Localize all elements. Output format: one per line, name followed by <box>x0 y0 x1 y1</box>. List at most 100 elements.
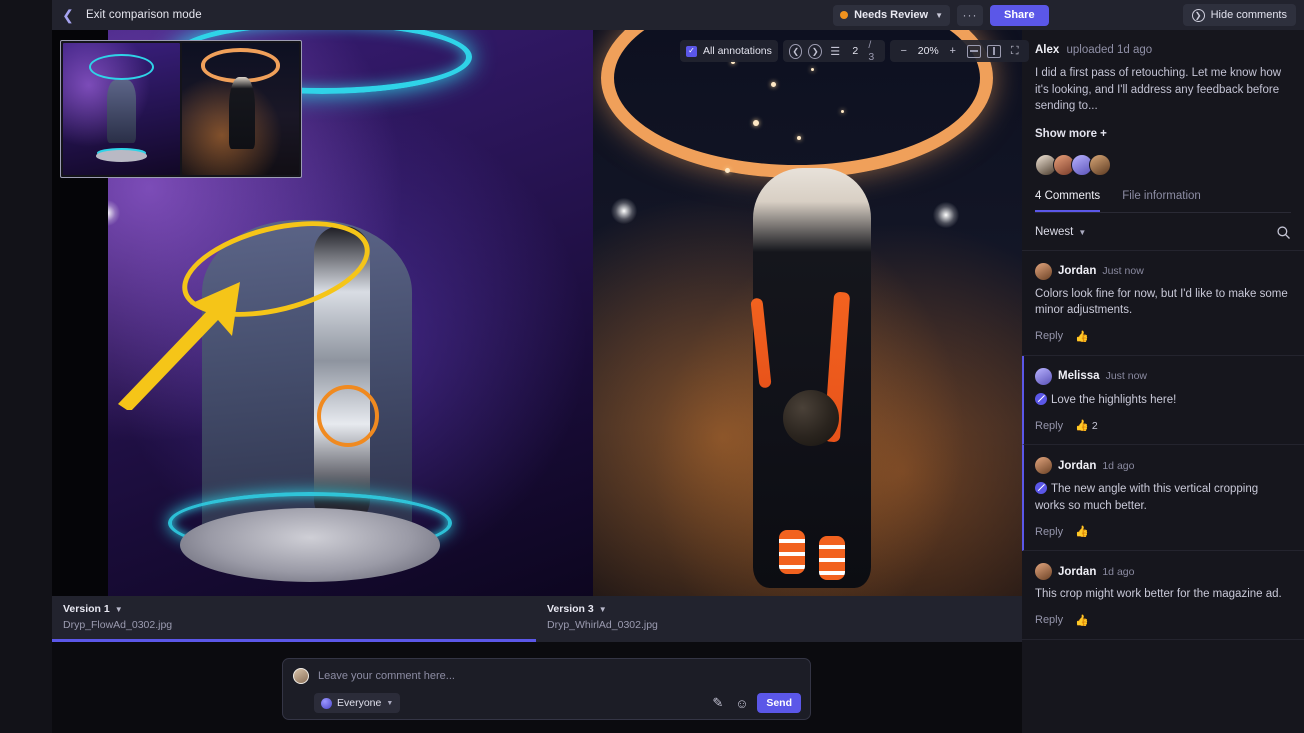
comment-actions: Reply 👍 <box>1035 614 1291 627</box>
reply-button[interactable]: Reply <box>1035 330 1063 342</box>
app-root: ❮ Exit comparison mode Needs Review ▼ ··… <box>0 0 1304 733</box>
comment-text: Colors look fine for now, but I'd like t… <box>1035 287 1288 317</box>
comment-text-wrapper: Love the highlights here! <box>1035 391 1291 409</box>
thumbnail-version-1[interactable] <box>63 43 180 175</box>
more-options-button[interactable]: ··· <box>957 4 983 26</box>
thumbnail-version-3[interactable] <box>182 43 299 175</box>
comment-author: Jordan <box>1058 459 1097 472</box>
viewer-toolbar: ✓ All annotations ❮ ❯ ☰ 2 / 3 − 20% + ⛶ <box>680 39 1029 63</box>
chevron-down-icon: ▼ <box>598 604 607 614</box>
version-bar-right[interactable]: Version 3 ▼ Dryp_WhirlAd_0302.jpg <box>536 596 1022 642</box>
fullscreen-icon[interactable]: ⛶ <box>1007 43 1023 59</box>
layers-icon[interactable]: ☰ <box>828 43 842 59</box>
version-3-filename: Dryp_WhirlAd_0302.jpg <box>547 619 658 631</box>
share-button[interactable]: Share <box>990 4 1049 26</box>
exit-comparison-mode-button[interactable]: ❮ Exit comparison mode <box>52 5 202 25</box>
comment-timestamp: Just now <box>1105 370 1147 382</box>
version-1-title: Version 1 <box>63 603 110 615</box>
version-3-image <box>593 30 1022 596</box>
viewer-pane-right[interactable] <box>593 30 1022 596</box>
like-button[interactable]: 👍 <box>1075 614 1092 627</box>
status-dot-icon <box>840 11 849 19</box>
zoom-level-label[interactable]: 20% <box>918 45 939 57</box>
comment-author: Jordan <box>1058 265 1097 277</box>
version-1-selector[interactable]: Version 1 ▼ <box>63 603 536 615</box>
version-thumbnail-strip[interactable] <box>60 40 302 178</box>
stage-light-icon <box>611 198 637 224</box>
all-annotations-toggle[interactable]: ✓ All annotations <box>680 40 778 62</box>
show-more-button[interactable]: Show more + <box>1035 128 1291 140</box>
top-bar: ❮ Exit comparison mode Needs Review ▼ ··… <box>52 0 1304 30</box>
collaborator-avatars[interactable] <box>1035 153 1291 176</box>
comment-input[interactable]: Leave your comment here... <box>318 670 455 682</box>
hide-comments-button[interactable]: ❯ Hide comments <box>1182 4 1296 26</box>
comment-header: Jordan 1d ago <box>1035 457 1291 474</box>
reply-button[interactable]: Reply <box>1035 526 1063 538</box>
page-navigation-group: ❮ ❯ ☰ 2 / 3 <box>782 39 885 63</box>
comment-item[interactable]: Jordan Just now Colors look fine for now… <box>1022 251 1304 356</box>
comment-timestamp: Just now <box>1102 265 1144 277</box>
status-badge-label: Needs Review <box>854 9 929 21</box>
draw-icon[interactable]: ✎ <box>709 695 726 712</box>
next-page-button[interactable]: ❯ <box>808 43 823 59</box>
uploader-name: Alex <box>1035 44 1060 56</box>
thumbs-up-icon: 👍 <box>1075 526 1089 538</box>
chevron-left-icon[interactable]: ❮ <box>58 5 78 25</box>
comment-text-wrapper: The new angle with this vertical croppin… <box>1035 480 1291 514</box>
avatar <box>1035 457 1052 474</box>
arrow-right-circle-icon: ❯ <box>1191 8 1205 22</box>
status-badge[interactable]: Needs Review ▼ <box>833 4 950 26</box>
audience-label: Everyone <box>337 697 382 709</box>
thumb-ring-decor <box>88 53 155 80</box>
left-rail <box>0 0 52 733</box>
like-button[interactable]: 👍 <box>1075 525 1092 538</box>
comment-actions: Reply 👍 <box>1035 330 1291 343</box>
composer-input-row[interactable]: Leave your comment here... <box>283 659 810 684</box>
like-button[interactable]: 👍 <box>1075 330 1092 343</box>
sort-selector[interactable]: Newest ▼ <box>1035 226 1086 238</box>
exit-comparison-mode-label: Exit comparison mode <box>86 9 202 21</box>
comment-item[interactable]: Jordan 1d ago The new angle with this ve… <box>1022 445 1304 551</box>
comment-actions: Reply 👍 2 <box>1035 419 1291 433</box>
annotation-arrow-yellow[interactable] <box>112 270 292 410</box>
send-button[interactable]: Send <box>757 693 801 713</box>
reply-button[interactable]: Reply <box>1035 614 1063 626</box>
sock-decor <box>779 530 805 574</box>
zoom-out-button[interactable]: − <box>896 43 912 59</box>
panel-header: Alex uploaded 1d ago I did a first pass … <box>1022 30 1304 213</box>
version-bar-left[interactable]: Version 1 ▼ Dryp_FlowAd_0302.jpg <box>52 596 536 642</box>
tab-comments[interactable]: 4 Comments <box>1035 190 1101 212</box>
page-current[interactable]: 2 <box>848 45 862 57</box>
avatar <box>1035 367 1052 385</box>
annotation-circle-orange[interactable] <box>317 385 379 447</box>
podium-decor <box>180 508 440 582</box>
version-3-title: Version 3 <box>547 603 594 615</box>
comment-item[interactable]: Jordan 1d ago This crop might work bette… <box>1022 551 1304 640</box>
comment-text: Love the highlights here! <box>1051 393 1177 406</box>
globe-icon <box>321 697 332 709</box>
like-button[interactable]: 👍 2 <box>1075 419 1098 433</box>
emoji-icon[interactable]: ☺ <box>733 695 750 712</box>
avatar <box>293 668 309 684</box>
avatar <box>1035 262 1052 280</box>
comment-composer[interactable]: Leave your comment here... Everyone ▼ ✎ … <box>282 658 811 720</box>
checkbox-checked-icon[interactable]: ✓ <box>686 45 697 57</box>
audience-selector[interactable]: Everyone ▼ <box>314 693 401 713</box>
fit-height-icon[interactable] <box>986 44 1001 58</box>
search-icon[interactable] <box>1276 225 1291 240</box>
zoom-in-button[interactable]: + <box>945 43 961 59</box>
comment-header: Jordan Just now <box>1035 262 1291 280</box>
fit-width-icon[interactable] <box>966 44 981 58</box>
composer-actions: Everyone ▼ ✎ ☺ Send <box>283 684 810 713</box>
comment-item[interactable]: Melissa Just now Love the highlights her… <box>1022 355 1304 445</box>
avatar[interactable] <box>1089 153 1111 176</box>
version-3-selector[interactable]: Version 3 ▼ <box>547 603 1022 615</box>
avatar <box>1035 563 1052 580</box>
reply-button[interactable]: Reply <box>1035 420 1063 432</box>
tab-file-information[interactable]: File information <box>1122 190 1201 212</box>
prev-page-button[interactable]: ❮ <box>788 43 803 59</box>
comments-panel: Alex uploaded 1d ago I did a first pass … <box>1022 30 1304 733</box>
annotation-pin-icon <box>1035 392 1047 405</box>
sort-label: Newest <box>1035 226 1074 238</box>
all-annotations-label: All annotations <box>703 45 772 57</box>
